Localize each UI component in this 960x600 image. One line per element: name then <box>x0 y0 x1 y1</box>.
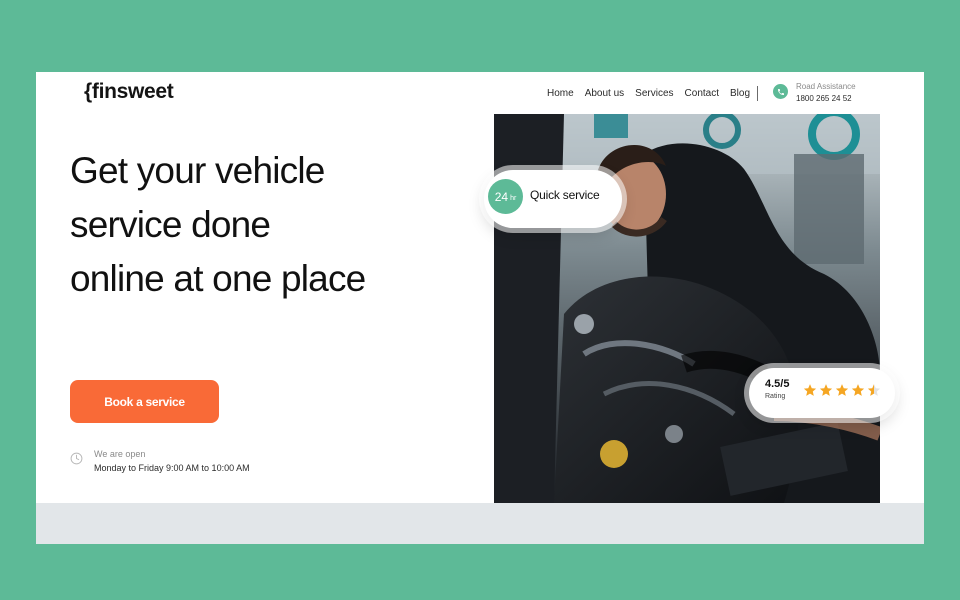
open-hours-text: Monday to Friday 9:00 AM to 10:00 AM <box>94 463 250 473</box>
main-nav: Home About us Services Contact Blog <box>547 88 750 99</box>
rating-label: Rating <box>765 393 786 400</box>
road-assistance-label: Road Assistance <box>796 82 856 91</box>
star-icon <box>835 384 849 396</box>
phone-icon[interactable] <box>773 84 788 99</box>
badge-number: 24 <box>494 189 509 204</box>
open-status-label: We are open <box>94 449 146 459</box>
badge-unit: hr <box>510 194 517 202</box>
nav-item-blog[interactable]: Blog <box>730 88 750 99</box>
star-half-icon <box>867 384 881 396</box>
nav-divider <box>757 86 758 101</box>
star-icon <box>819 384 833 396</box>
rating-badge: 4.5/5 Rating <box>749 368 895 418</box>
book-service-button[interactable]: Book a service <box>70 380 219 423</box>
road-assistance-phone[interactable]: 1800 265 24 52 <box>796 94 852 103</box>
next-section-band <box>36 503 924 544</box>
24hr-badge-circle: 24 hr <box>488 179 523 214</box>
nav-item-home[interactable]: Home <box>547 88 574 99</box>
star-icon <box>803 384 817 396</box>
rating-value: 4.5/5 <box>765 378 790 390</box>
brand-logo[interactable]: {finsweet <box>84 80 174 104</box>
hero-title: Get your vehicle service done online at … <box>70 150 366 299</box>
nav-item-services[interactable]: Services <box>635 88 673 99</box>
star-icon <box>851 384 865 396</box>
clock-icon <box>70 452 83 465</box>
quick-service-label: Quick service <box>530 188 600 202</box>
page-frame: {finsweet Home About us Services Contact… <box>36 72 924 544</box>
quick-service-badge: 24 hr Quick service <box>484 170 622 228</box>
nav-item-about-us[interactable]: About us <box>585 88 624 99</box>
nav-item-contact[interactable]: Contact <box>685 88 719 99</box>
rating-stars <box>803 383 881 397</box>
